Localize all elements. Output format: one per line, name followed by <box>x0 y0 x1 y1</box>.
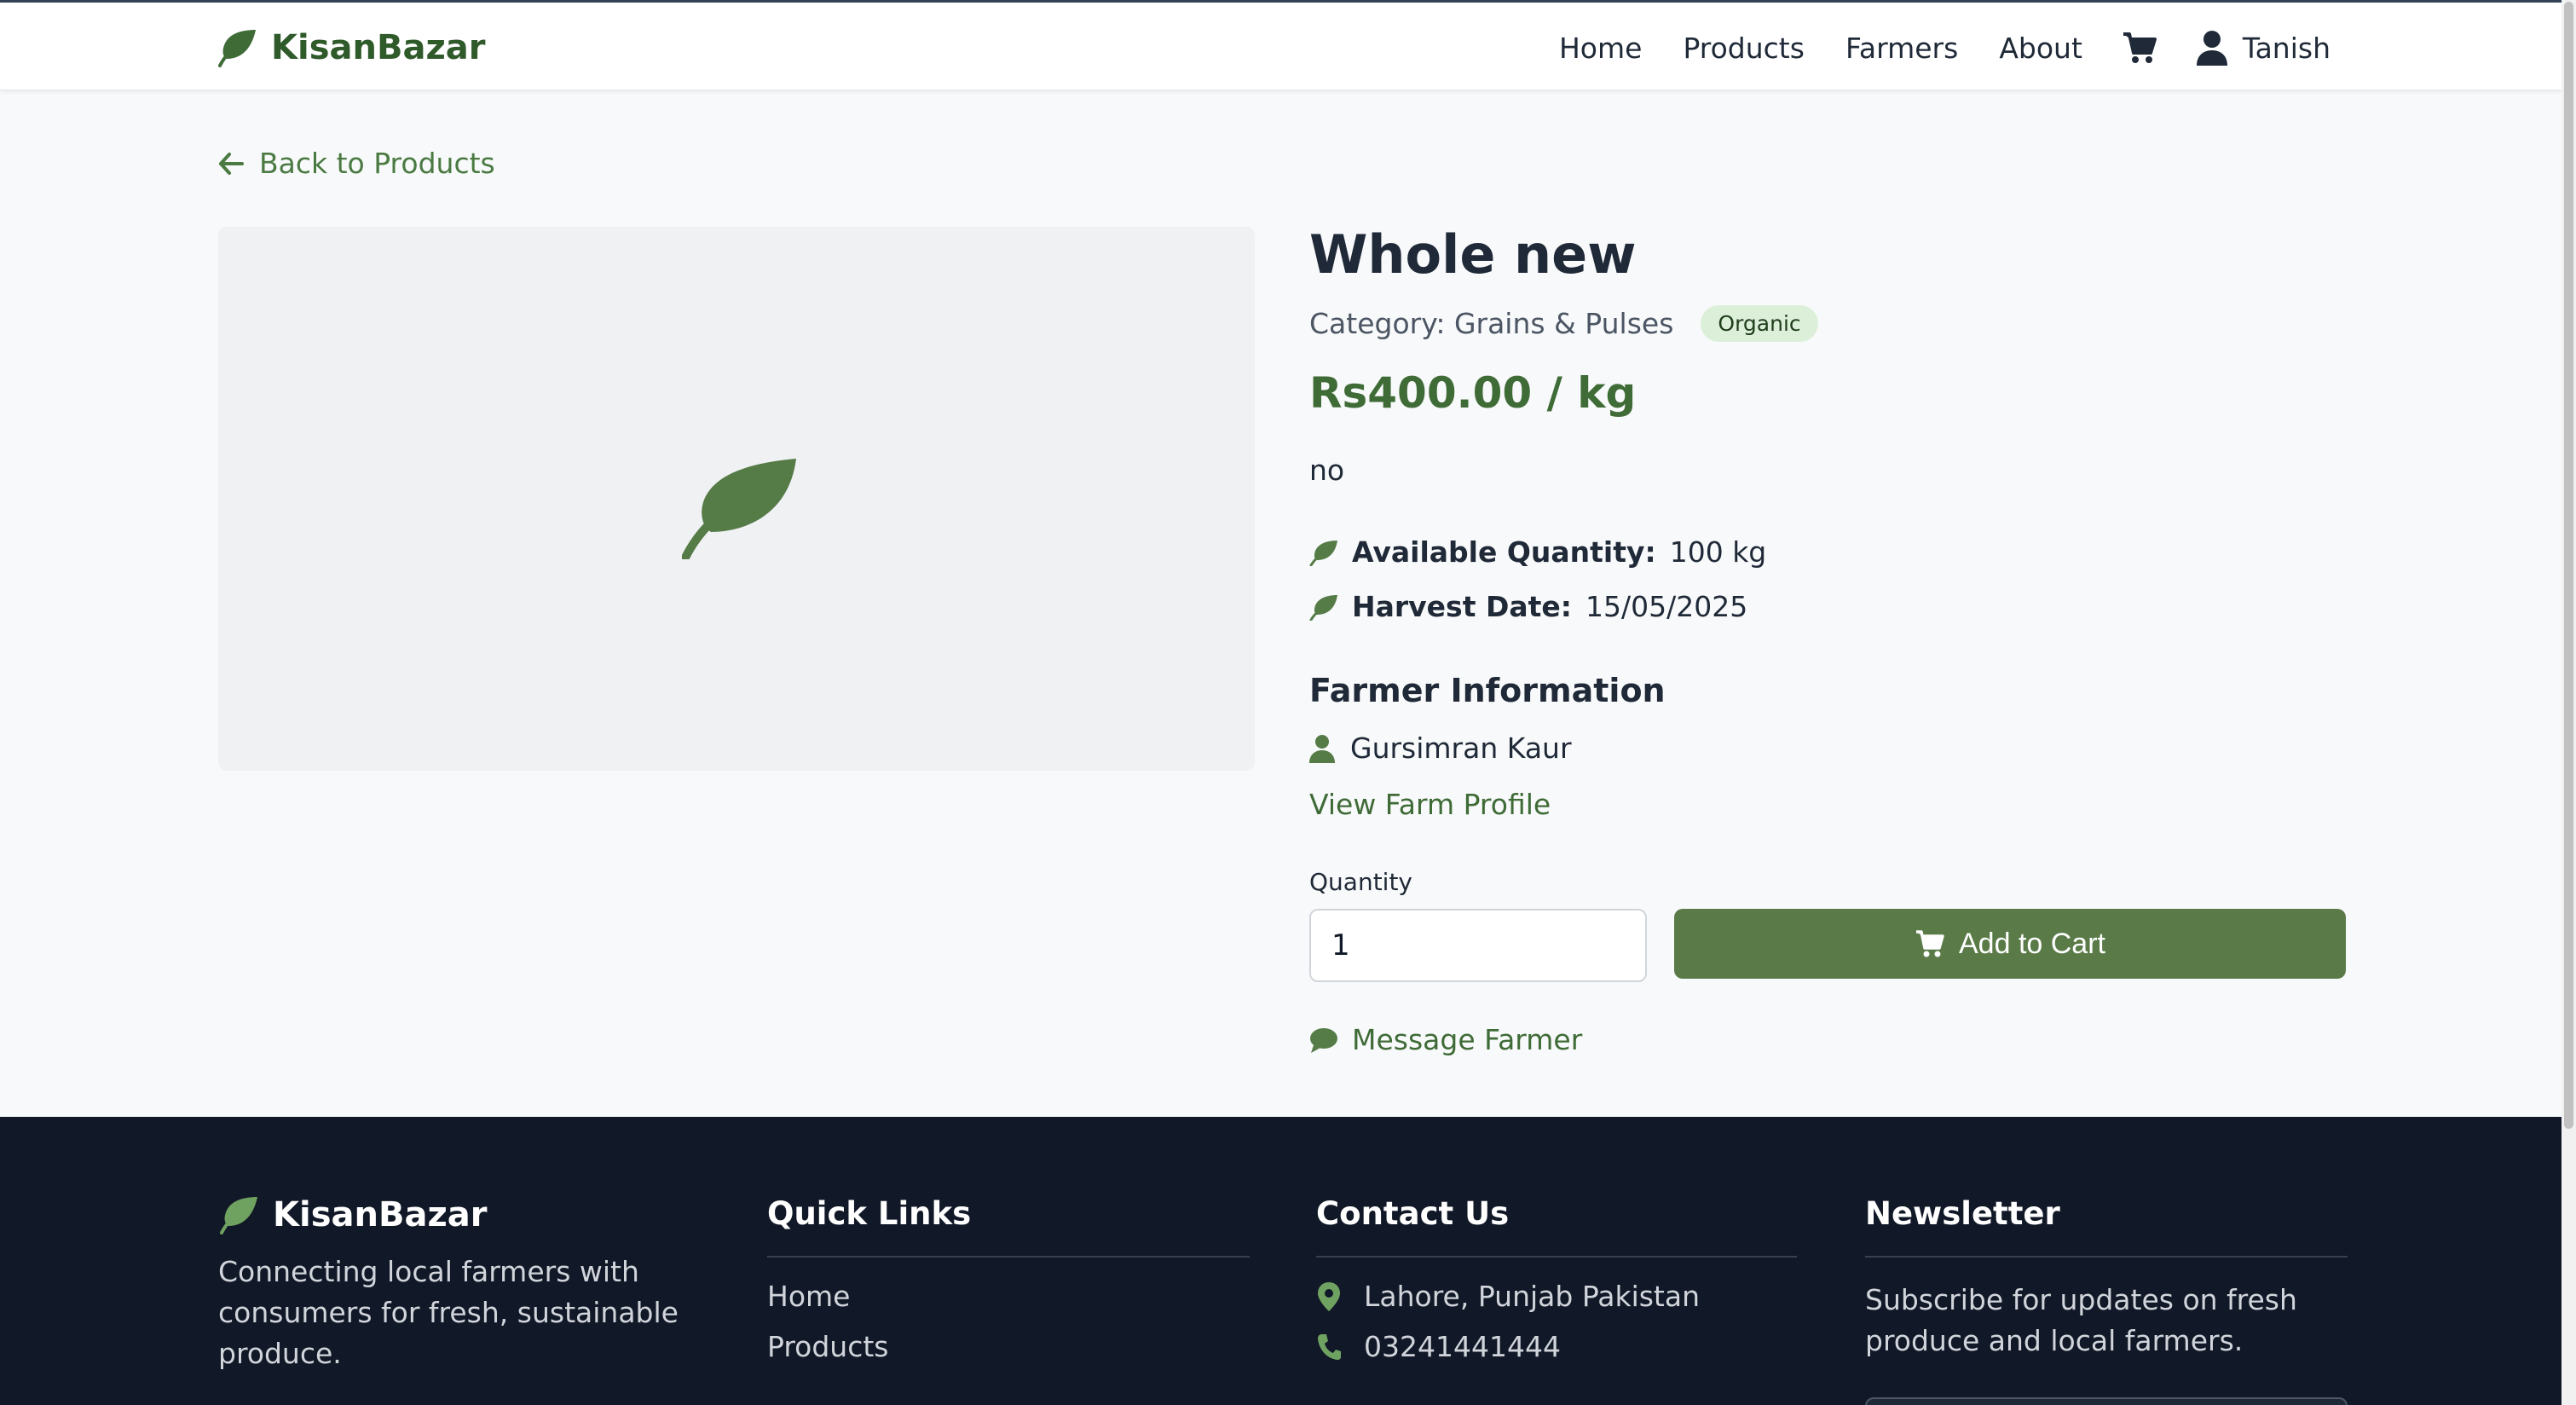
page-scrollbar[interactable] <box>2562 0 2576 1405</box>
contact-address-text: Lahore, Punjab Pakistan <box>1364 1280 1701 1313</box>
newsletter-text: Subscribe for updates on fresh produce a… <box>1865 1283 2297 1357</box>
cart-button[interactable] <box>2122 31 2157 65</box>
footer-quick-links: Quick Links Home Products <box>767 1195 1250 1380</box>
back-to-products-link[interactable]: Back to Products <box>218 147 495 180</box>
quantity-input[interactable] <box>1309 909 1647 982</box>
organic-badge: Organic <box>1701 305 1818 342</box>
harvest-date-row: Harvest Date: 15/05/2025 <box>1309 590 1747 623</box>
contact-phone: 03241441444 <box>1316 1330 1797 1363</box>
footer-brand-column: KisanBazar Connecting local farmers with… <box>218 1195 696 1374</box>
newsletter-heading: Newsletter <box>1865 1195 2348 1258</box>
footer-link-products[interactable]: Products <box>767 1330 1250 1363</box>
leaf-icon <box>682 459 796 559</box>
product-category: Category: Grains & Pulses <box>1309 307 1674 340</box>
newsletter-email-input[interactable] <box>1865 1397 2348 1405</box>
available-quantity-row: Available Quantity: 100 kg <box>1309 535 1766 569</box>
user-icon <box>2196 31 2227 66</box>
brand-name: KisanBazar <box>271 28 486 67</box>
leaf-icon <box>1309 594 1337 621</box>
main-nav: Home Products Farmers About Tanish <box>1518 25 2331 71</box>
add-to-cart-label: Add to Cart <box>1959 927 2105 960</box>
site-header: KisanBazar Home Products Farmers About T… <box>0 3 2562 90</box>
contact-address: Lahore, Punjab Pakistan <box>1316 1280 1797 1313</box>
brand-logo[interactable]: KisanBazar <box>217 25 485 71</box>
footer-contact: Contact Us Lahore, Punjab Pakistan 03241… <box>1316 1195 1797 1380</box>
farmer-name-row: Gursimran Kaur <box>1309 731 1572 765</box>
phone-icon <box>1318 1333 1341 1360</box>
contact-phone-text: 03241441444 <box>1364 1330 1561 1363</box>
harvest-date-label: Harvest Date: <box>1352 590 1572 623</box>
contact-heading: Contact Us <box>1316 1195 1797 1258</box>
footer-brand[interactable]: KisanBazar <box>218 1195 696 1234</box>
scrollbar-thumb[interactable] <box>2564 2 2573 1129</box>
map-pin-icon <box>1318 1281 1340 1311</box>
user-menu[interactable]: Tanish <box>2196 30 2331 66</box>
arrow-left-icon <box>219 152 244 175</box>
footer-brand-name: KisanBazar <box>273 1195 488 1234</box>
comment-icon <box>1310 1027 1337 1053</box>
footer-newsletter: Newsletter Subscribe for updates on fres… <box>1865 1195 2348 1405</box>
available-quantity-label: Available Quantity: <box>1352 535 1656 569</box>
add-to-cart-button[interactable]: Add to Cart <box>1674 909 2346 979</box>
product-image-placeholder <box>218 227 1255 771</box>
cart-icon <box>1916 930 1944 957</box>
product-description: no <box>1309 454 1345 487</box>
message-farmer-label: Message Farmer <box>1352 1023 1583 1056</box>
nav-home[interactable]: Home <box>1559 32 1642 65</box>
cart-icon <box>2123 32 2157 63</box>
nav-farmers[interactable]: Farmers <box>1845 32 1958 65</box>
user-icon <box>1309 734 1335 763</box>
user-name: Tanish <box>2242 31 2331 65</box>
back-link-label: Back to Products <box>259 147 495 180</box>
product-price: Rs400.00 / kg <box>1309 368 1637 418</box>
nav-products[interactable]: Products <box>1683 32 1805 65</box>
category-row: Category: Grains & Pulses Organic <box>1309 305 1818 342</box>
available-quantity-value: 100 kg <box>1669 535 1767 569</box>
harvest-date-value: 15/05/2025 <box>1585 590 1748 623</box>
nav-about[interactable]: About <box>1999 32 2082 65</box>
product-title: Whole new <box>1309 223 1637 286</box>
footer-description: Connecting local farmers with consumers … <box>218 1255 679 1370</box>
leaf-icon <box>218 30 256 67</box>
farmer-name: Gursimran Kaur <box>1350 731 1572 765</box>
leaf-icon <box>220 1197 257 1234</box>
view-farm-profile-link[interactable]: View Farm Profile <box>1309 788 1551 821</box>
farmer-info-heading: Farmer Information <box>1309 672 1666 709</box>
quantity-label: Quantity <box>1309 868 1412 896</box>
message-farmer-link[interactable]: Message Farmer <box>1309 1023 1582 1056</box>
footer-link-home[interactable]: Home <box>767 1280 1250 1313</box>
quick-links-heading: Quick Links <box>767 1195 1250 1258</box>
leaf-icon <box>1309 540 1337 566</box>
